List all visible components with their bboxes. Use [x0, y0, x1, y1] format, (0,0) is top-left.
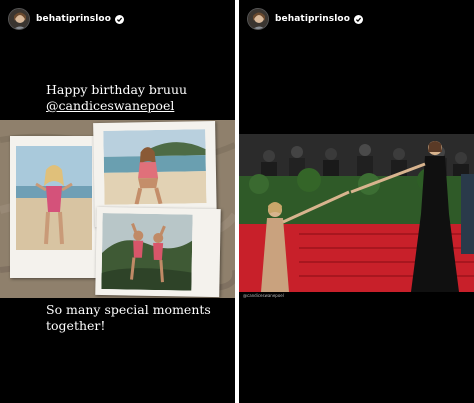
username[interactable]: behatiprinsloo	[275, 14, 350, 24]
story-caption: Happy birthday bruuu @candiceswanepoel	[46, 82, 226, 114]
username[interactable]: behatiprinsloo	[36, 14, 111, 24]
polaroid-photo	[95, 206, 221, 298]
avatar[interactable]	[8, 8, 30, 30]
polaroid-collage-photo	[0, 120, 235, 298]
red-carpet-photo	[239, 134, 474, 292]
beach-photo	[103, 129, 207, 205]
photo-credit: @candiceswanepoel	[243, 293, 284, 298]
story-caption-bottom: So many special moments together!	[46, 302, 226, 334]
beach-photo	[101, 213, 193, 291]
story-panel-left[interactable]: behatiprinsloo Happy birthday bruuu @can…	[0, 0, 235, 403]
polaroid-photo	[10, 136, 98, 278]
verified-badge-icon	[354, 14, 363, 24]
caption-text: Happy birthday bruuu	[46, 82, 188, 97]
caption-text: So many special moments	[46, 302, 211, 317]
avatar-image	[9, 9, 29, 29]
caption-text: together!	[46, 318, 106, 333]
avatar[interactable]	[247, 8, 269, 30]
beach-photo	[16, 146, 92, 250]
story-header: behatiprinsloo	[247, 8, 363, 30]
story-panel-right[interactable]: behatiprinsloo @candiceswanepoel	[239, 0, 474, 403]
mention-link[interactable]: @candiceswanepoel	[46, 98, 226, 114]
story-header: behatiprinsloo	[8, 8, 124, 30]
verified-badge-icon	[115, 14, 124, 24]
avatar-image	[248, 9, 268, 29]
